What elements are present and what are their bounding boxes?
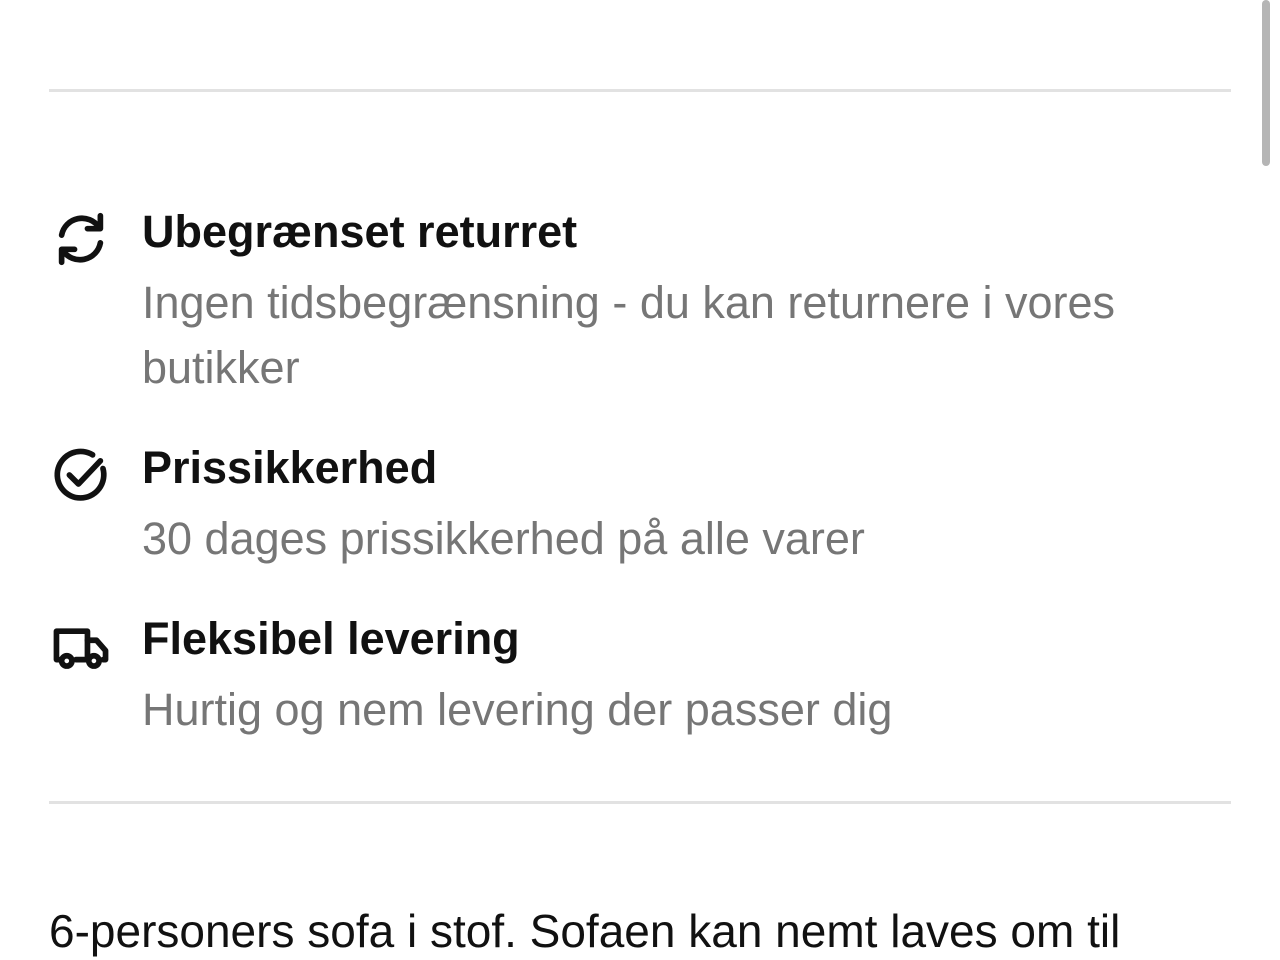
divider xyxy=(49,89,1231,92)
benefit-title: Prissikkerhed xyxy=(142,442,438,493)
divider xyxy=(49,801,1231,804)
benefit-description: 30 dages prissikkerhed på alle varer xyxy=(142,513,865,564)
delivery-truck-icon xyxy=(50,617,112,679)
check-circle-icon xyxy=(50,444,112,506)
benefit-description: Ingen tidsbegrænsning - du kan returnere… xyxy=(142,277,1116,393)
scrollbar-thumb[interactable] xyxy=(1262,0,1270,166)
product-page: Ubegrænset returret Ingen tidsbegrænsnin… xyxy=(0,0,1280,960)
product-description: 6-personers sofa i stof. Sofaen kan nemt… xyxy=(49,905,1121,957)
benefit-title: Fleksibel levering xyxy=(142,613,520,664)
benefit-title: Ubegrænset returret xyxy=(142,206,578,257)
benefit-description: Hurtig og nem levering der passer dig xyxy=(142,684,893,735)
refresh-icon xyxy=(50,208,112,270)
